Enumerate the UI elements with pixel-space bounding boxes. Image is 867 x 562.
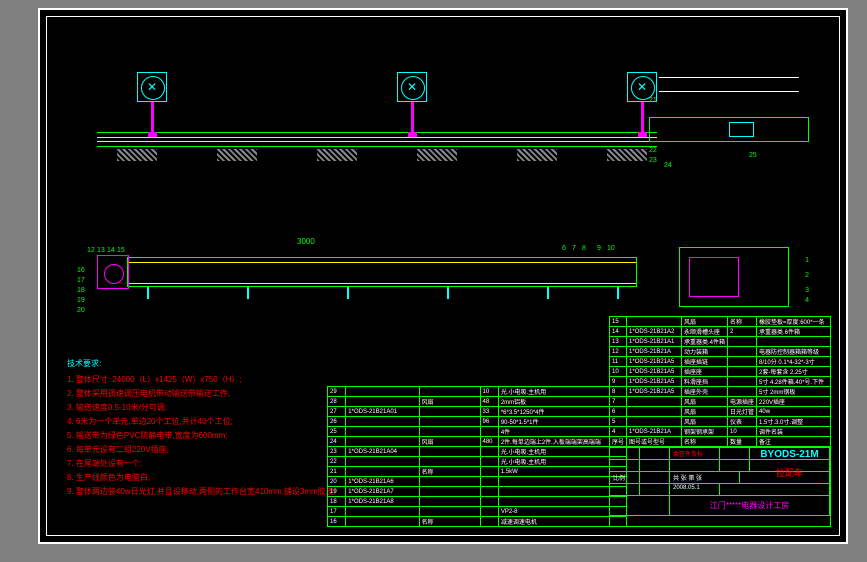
bom-row: 269690-50*1.5*1件 bbox=[328, 417, 627, 427]
dimension: 3000 bbox=[297, 237, 315, 246]
callout: 13 bbox=[97, 247, 105, 254]
bom-row: 16名称减速调速电机 bbox=[328, 517, 627, 527]
callout: 22 bbox=[649, 147, 657, 154]
bom-table-left: 2910光.小电吸.主机用28风扇482mm铝板271*ODS-21B21A01… bbox=[327, 386, 627, 527]
callout: 6 bbox=[562, 245, 566, 252]
fan-icon bbox=[397, 72, 427, 102]
bom-row: 91*ODS-21B21A5料滑座挡5寸 4.28件箱.40*号.下件 bbox=[610, 377, 831, 387]
elevation-view bbox=[97, 67, 657, 177]
bom-row: 254件 bbox=[328, 427, 627, 437]
foundation-hatch bbox=[517, 149, 557, 161]
leg bbox=[247, 287, 249, 299]
callout: 9 bbox=[597, 245, 601, 252]
callout: 15 bbox=[117, 247, 125, 254]
notes-title: 技术要求: bbox=[67, 357, 347, 371]
section-inner bbox=[689, 257, 739, 297]
detail-fan bbox=[729, 122, 754, 137]
leg bbox=[147, 287, 149, 299]
drawing-code: BYODS-21M bbox=[750, 448, 830, 459]
drawing-border: 21 22 23 24 25 3000 12 13 14 15 16 17 18… bbox=[46, 16, 840, 536]
callout: 19 bbox=[77, 297, 85, 304]
tech-notes: 技术要求: 1. 整体尺寸: 24000（L）x1425（W）x750（H）; … bbox=[67, 357, 347, 499]
bom-row: 271*ODS-21B21A0133*6*3.5*1250*4件 bbox=[328, 407, 627, 417]
bom-row: 121*ODS-21B21A动力装箱电器防控制器箱箱等级 bbox=[610, 347, 831, 357]
bom-row: 101*ODS-21B21A5插座座2套-每套含 2.25寸 bbox=[610, 367, 831, 377]
foundation-hatch bbox=[417, 149, 457, 161]
callout: 2 bbox=[805, 272, 809, 279]
bom-row: 5风扇仪表1.5寸.3.0寸.调整 bbox=[610, 417, 831, 427]
note-line: 1. 整体尺寸: 24000（L）x1425（W）x750（H）; bbox=[67, 373, 347, 387]
bom-row: 141*ODS-21B21A2永顺滑槽头座2承重器类.6件箱 bbox=[610, 327, 831, 337]
bom-row: 24风扇4802件.每单边端上2件.入板端端架高端端 bbox=[328, 437, 627, 447]
tb-label: 会签件及标 bbox=[670, 448, 720, 459]
fan-post bbox=[411, 102, 414, 134]
foundation-hatch bbox=[317, 149, 357, 161]
leg bbox=[617, 287, 619, 299]
bom-row: 201*ODS-21B21A6 bbox=[328, 477, 627, 487]
callout: 14 bbox=[107, 247, 115, 254]
fan-icon bbox=[137, 72, 167, 102]
motor-icon bbox=[97, 255, 129, 289]
detail-view: 21 22 23 24 25 bbox=[649, 67, 809, 187]
callout: 18 bbox=[77, 287, 85, 294]
foundation-hatch bbox=[217, 149, 257, 161]
callout: 10 bbox=[607, 245, 615, 252]
conveyor-body bbox=[127, 257, 637, 287]
bom-row: 231*ODS-21B21A04光.小电吸.主机用 bbox=[328, 447, 627, 457]
tb-date: 2008.05.1 bbox=[670, 484, 720, 495]
callout: 1 bbox=[805, 257, 809, 264]
callout: 3 bbox=[805, 287, 809, 294]
bom-row: 191*ODS-21B21A7 bbox=[328, 487, 627, 497]
bom-row: 2910光.小电吸.主机用 bbox=[328, 387, 627, 397]
bom-row: 41*ODS-21B21A钢架钢承架10调件名装 bbox=[610, 427, 831, 437]
bom-row: 81*ODS-21B21A5插座外壳5寸 2mm钢板 bbox=[610, 387, 831, 397]
note-line: 6. 每单元设有二组220V插座; bbox=[67, 443, 347, 457]
bom-row: 28风扇482mm铝板 bbox=[328, 397, 627, 407]
leg bbox=[547, 287, 549, 299]
tb-cell: 共 张 第 张 bbox=[670, 472, 740, 483]
note-line: 9. 整体两边装40w日光灯,并且设移动,两侧的工作台宽410mm,铺设3mm胶… bbox=[67, 485, 347, 499]
callout: 8 bbox=[582, 245, 586, 252]
fan-post bbox=[151, 102, 154, 134]
foundation-hatch bbox=[607, 149, 647, 161]
bom-row: 22光.小电吸.主机用 bbox=[328, 457, 627, 467]
callout: 4 bbox=[805, 297, 809, 304]
plan-view: 3000 12 13 14 15 16 17 18 19 20 6 7 8 9 … bbox=[97, 237, 657, 337]
cad-frame: 21 22 23 24 25 3000 12 13 14 15 16 17 18… bbox=[38, 8, 848, 544]
bom-row: 181*ODS-21B21A8 bbox=[328, 497, 627, 507]
bom-row: 131*ODS-21B21A1承重器类.4件箱 bbox=[610, 337, 831, 347]
callout: 16 bbox=[77, 267, 85, 274]
bom-row: 序号图号或号型号名称数量备注 bbox=[610, 437, 831, 447]
tb-cell: 比例 bbox=[610, 472, 640, 483]
callout: 20 bbox=[77, 307, 85, 314]
note-line: 2. 整体采用调速调压电机带动输送带输送工件; bbox=[67, 387, 347, 401]
title-block: 会签件及标 BYODS-21M 拉配车 比例 共 张 第 张 2008.05.1… bbox=[609, 447, 831, 527]
detail-top-rail bbox=[659, 77, 799, 92]
callout: 7 bbox=[572, 245, 576, 252]
bom-row: 111*ODS-21B21A5插座插链8/10分 0.1*4-32*-3寸 bbox=[610, 357, 831, 367]
bom-row: 7风扇电源插座220V插座 bbox=[610, 397, 831, 407]
callout: 23 bbox=[649, 157, 657, 164]
note-line: 5. 输送带为绿色PVC防静电带,宽度为600mm; bbox=[67, 429, 347, 443]
note-line: 8. 生产线颜色为电脑白; bbox=[67, 471, 347, 485]
bom-row: 21名称1.5kW bbox=[328, 467, 627, 477]
bom-row: 17VP2-8 bbox=[328, 507, 627, 517]
callout: 17 bbox=[77, 277, 85, 284]
company-name: 江门*****电器设计工房 bbox=[670, 496, 830, 515]
note-line: 7. 在尾端处设有一个; bbox=[67, 457, 347, 471]
leg bbox=[447, 287, 449, 299]
leg bbox=[347, 287, 349, 299]
note-line: 3. 输送速度0.5-10米/分可调; bbox=[67, 401, 347, 415]
callout: 21 bbox=[649, 97, 657, 104]
bom-row: 6风扇日光灯管40w bbox=[610, 407, 831, 417]
note-line: 4. 6米为一个单元,单边20个工位,共计40个工位; bbox=[67, 415, 347, 429]
callout: 25 bbox=[749, 152, 757, 159]
bom-table-right: 15风扇名称橡胶垫板=厚度:600*一条141*ODS-21B21A2永顺滑槽头… bbox=[609, 316, 831, 447]
fan-post bbox=[641, 102, 644, 134]
callout: 24 bbox=[664, 162, 672, 169]
foundation-hatch bbox=[117, 149, 157, 161]
callout: 12 bbox=[87, 247, 95, 254]
bom-row: 15风扇名称橡胶垫板=厚度:600*一条 bbox=[610, 317, 831, 327]
conveyor-rail bbox=[97, 132, 657, 147]
